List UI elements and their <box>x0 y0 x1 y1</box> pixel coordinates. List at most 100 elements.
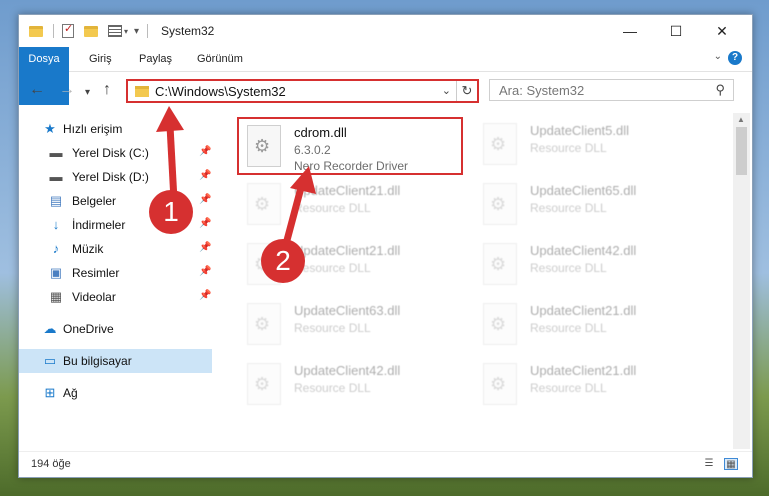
sidebar-item-pictures[interactable]: ▣ Resimler 📌 <box>19 261 212 285</box>
pin-icon[interactable]: 📌 <box>199 266 211 277</box>
file-name: UpdateClient21.dll <box>294 243 401 258</box>
expand-ribbon-icon[interactable]: ⌄ <box>714 51 722 62</box>
sidebar-item-label: Müzik <box>72 242 104 256</box>
dll-file-icon <box>483 123 517 165</box>
file-list: cdrom.dll 6.3.0.2 Nero Recorder Driver U… <box>231 113 731 449</box>
address-path[interactable]: C:\Windows\System32 <box>155 84 286 99</box>
documents-icon: ▤ <box>49 193 63 208</box>
sidebar-item-local-disk-d[interactable]: ▬ Yerel Disk (D:) 📌 <box>19 165 212 189</box>
pin-icon[interactable]: 📌 <box>199 242 211 253</box>
dll-file-icon <box>247 303 281 345</box>
scroll-thumb[interactable] <box>736 127 747 175</box>
address-bar[interactable]: C:\Windows\System32 ⌄ ↻ <box>126 79 479 103</box>
sidebar-item-network[interactable]: ⊞ Ağ <box>19 381 212 405</box>
sidebar-item-label: Belgeler <box>72 194 117 208</box>
sidebar-item-label: Ağ <box>63 386 78 400</box>
details-view-icon[interactable]: ☰ <box>702 458 716 470</box>
new-folder-icon[interactable] <box>84 25 98 37</box>
back-arrow-icon[interactable]: ← <box>29 82 45 98</box>
file-item[interactable]: UpdateClient21.dll Resource DLL <box>239 177 459 235</box>
file-description: Resource DLL <box>530 381 607 395</box>
sidebar-item-label: Bu bilgisayar <box>63 354 132 368</box>
file-item[interactable]: UpdateClient5.dll Resource DLL <box>475 117 695 175</box>
tab-share[interactable]: Paylaş <box>139 47 172 71</box>
sidebar-item-onedrive[interactable]: ☁ OneDrive <box>19 317 212 341</box>
sidebar-item-videos[interactable]: ▦ Videolar 📌 <box>19 285 212 309</box>
sidebar-item-label: Videolar <box>72 290 116 304</box>
sidebar-item-this-pc[interactable]: ▭ Bu bilgisayar <box>19 349 212 373</box>
chevron-down-icon[interactable]: ⌄ <box>442 84 451 97</box>
search-placeholder[interactable]: Ara: System32 <box>499 83 584 98</box>
pin-icon[interactable]: 📌 <box>199 290 211 301</box>
file-name: UpdateClient21.dll <box>530 363 637 378</box>
properties-icon[interactable] <box>108 25 122 37</box>
file-description: Resource DLL <box>294 381 371 395</box>
file-item[interactable]: UpdateClient21.dll Resource DLL <box>475 357 695 415</box>
tab-view[interactable]: Görünüm <box>197 47 243 71</box>
recent-locations-icon[interactable]: ▾ <box>85 85 90 101</box>
pin-icon[interactable]: 📌 <box>199 194 211 205</box>
sidebar-item-music[interactable]: ♪ Müzik 📌 <box>19 237 212 261</box>
file-item[interactable]: UpdateClient42.dll Resource DLL <box>239 357 459 415</box>
file-name: UpdateClient42.dll <box>294 363 401 378</box>
ribbon: Dosya Giriş Paylaş Görünüm ⌄ ? <box>19 47 752 105</box>
file-name: UpdateClient21.dll <box>294 183 401 198</box>
star-icon: ★ <box>44 121 56 136</box>
navigation-bar: ← → ▾ ↑ C:\Windows\System32 ⌄ ↻ Ara: Sys… <box>19 72 752 110</box>
file-item[interactable]: UpdateClient65.dll Resource DLL <box>475 177 695 235</box>
file-item[interactable]: UpdateClient63.dll Resource DLL <box>239 297 459 355</box>
item-count: 194 öğe <box>31 458 71 470</box>
sidebar-item-label: OneDrive <box>63 322 114 336</box>
file-item-cdrom[interactable]: cdrom.dll 6.3.0.2 Nero Recorder Driver <box>237 117 463 175</box>
sidebar-item-local-disk-c[interactable]: ▬ Yerel Disk (C:) 📌 <box>19 141 212 165</box>
sidebar-item-quick-access[interactable]: ★ Hızlı erişim <box>19 117 212 141</box>
network-icon: ⊞ <box>44 385 56 400</box>
file-description: Resource DLL <box>530 141 607 155</box>
sidebar-item-label: İndirmeler <box>72 218 126 232</box>
cloud-icon: ☁ <box>43 321 57 336</box>
drive-icon: ▬ <box>49 169 63 184</box>
pin-icon[interactable]: 📌 <box>199 146 211 157</box>
dll-file-icon <box>483 183 517 225</box>
search-icon[interactable]: ⚲ <box>715 82 725 98</box>
step-1-badge: 1 <box>149 190 193 234</box>
separator <box>147 24 149 38</box>
file-item[interactable]: UpdateClient21.dll Resource DLL <box>475 297 695 355</box>
dll-file-icon <box>247 125 281 167</box>
file-name: cdrom.dll <box>294 125 347 140</box>
properties-check-icon[interactable] <box>62 22 74 38</box>
status-bar: 194 öğe ☰ ▦ <box>19 451 752 477</box>
scroll-up-icon[interactable]: ▲ <box>737 115 745 124</box>
explorer-window: ▾ ▾ System32 — ☐ ✕ Dosya Giriş Paylaş Gö… <box>18 14 753 478</box>
file-name: UpdateClient63.dll <box>294 303 401 318</box>
vertical-scrollbar[interactable]: ▲ <box>733 113 750 449</box>
maximize-button[interactable]: ☐ <box>653 15 699 47</box>
close-button[interactable]: ✕ <box>699 15 745 47</box>
dropdown-caret-icon[interactable]: ▾ <box>124 27 128 36</box>
title-bar: ▾ ▾ System32 — ☐ ✕ <box>19 15 752 47</box>
file-name: UpdateClient65.dll <box>530 183 637 198</box>
customize-toolbar-icon[interactable]: ▾ <box>134 26 139 37</box>
dll-file-icon <box>483 363 517 405</box>
file-description: Resource DLL <box>294 321 371 335</box>
file-name: UpdateClient5.dll <box>530 123 630 138</box>
forward-arrow-icon[interactable]: → <box>59 82 75 98</box>
minimize-button[interactable]: — <box>607 15 653 47</box>
separator <box>53 24 54 38</box>
large-icons-view-icon[interactable]: ▦ <box>724 458 738 470</box>
help-icon[interactable]: ? <box>728 51 742 65</box>
folder-icon <box>29 25 43 37</box>
search-box[interactable]: Ara: System32 ⚲ <box>489 79 734 101</box>
file-item[interactable]: UpdateClient42.dll Resource DLL <box>475 237 695 295</box>
tab-home[interactable]: Giriş <box>89 47 112 71</box>
sidebar-item-label: Yerel Disk (C:) <box>72 146 149 160</box>
quick-access-toolbar: ▾ ▾ <box>29 22 149 39</box>
up-arrow-icon[interactable]: ↑ <box>103 82 111 98</box>
sidebar-item-label: Yerel Disk (D:) <box>72 170 149 184</box>
dll-file-icon <box>247 363 281 405</box>
music-note-icon: ♪ <box>52 241 60 256</box>
pin-icon[interactable]: 📌 <box>199 170 211 181</box>
refresh-icon[interactable]: ↻ <box>456 81 477 101</box>
file-description: Resource DLL <box>530 321 607 335</box>
pin-icon[interactable]: 📌 <box>199 218 211 229</box>
